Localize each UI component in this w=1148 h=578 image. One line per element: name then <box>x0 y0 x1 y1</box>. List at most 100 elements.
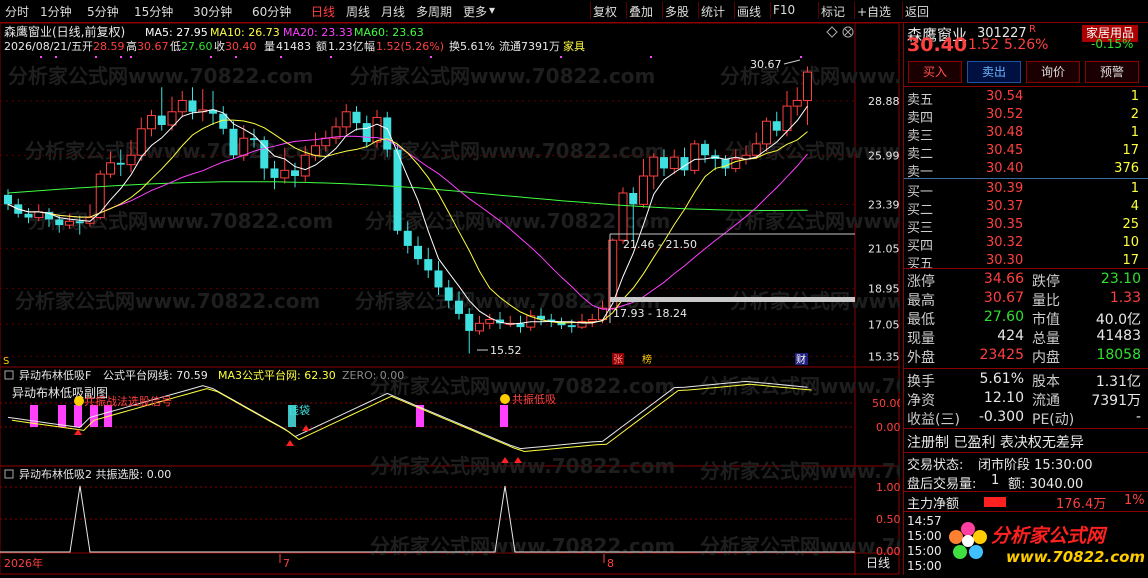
marker-dot <box>800 56 802 58</box>
candle-body-down <box>465 313 474 331</box>
kline-chart-area[interactable]: 分析家公式网www.70822.com 分析家公式网www.70822.com 分析… <box>0 22 1035 575</box>
registration-info: 注册制 已盈利 表决权无差异 <box>907 435 1084 451</box>
event-marker-s[interactable]: S <box>3 356 9 367</box>
period-tab-7[interactable]: 周线 <box>346 3 370 20</box>
toolbar-button-0[interactable]: 复权 <box>593 3 617 20</box>
divider-2 <box>904 268 1148 269</box>
watermark-1: 分析家公式网www.70822.com <box>350 64 655 88</box>
book-divider <box>904 178 1148 179</box>
sells-row[interactable]: 卖三 30.48 1 <box>904 125 1148 144</box>
toolbar-button-3[interactable]: 统计 <box>701 3 725 20</box>
time-axis-month-7: 7 <box>283 557 290 570</box>
buys-label: 买二 <box>907 203 934 218</box>
toolbar-separator <box>818 2 819 19</box>
price-tick-label: 18.95 <box>868 282 900 295</box>
stat-l2: 总量 <box>1032 331 1060 347</box>
toolbar-button-2[interactable]: 多股 <box>665 3 689 20</box>
after-trade-amount: 额: 3040.00 <box>1008 477 1084 492</box>
period-label[interactable]: 日线 <box>866 556 890 570</box>
price-tick-label: 21.05 <box>868 243 900 256</box>
candle-body-down <box>260 140 269 169</box>
marker-dot <box>280 56 282 58</box>
period-toolbar: 分时 1分钟 5分钟 15分钟 30分钟 60分钟 日线 周线 月线 多周期 更多 ▾ 复权 叠加 多股 统计… <box>0 0 1148 23</box>
toolbar-button-1[interactable]: 叠加 <box>629 3 653 20</box>
ind2-tick-05: 0.50 <box>876 513 900 526</box>
buys-row[interactable]: 买四 30.32 10 <box>904 235 1148 254</box>
time-axis-month-8: 8 <box>607 557 614 570</box>
candle-body-up <box>803 71 812 101</box>
candle-body-up <box>167 111 177 126</box>
settings-icon[interactable] <box>826 26 838 38</box>
info-info-chg-label: 幅 <box>364 40 375 53</box>
toolbar-separator <box>770 2 771 19</box>
event-marker-zhang[interactable]: 张 <box>613 354 623 366</box>
period-tab-1[interactable]: 1分钟 <box>40 3 72 20</box>
candle-body-down <box>393 149 402 231</box>
fundamental-l1: 收益(三) <box>907 412 960 428</box>
period-tab-8[interactable]: 月线 <box>381 3 405 20</box>
tick-time: 15:00 <box>907 559 942 573</box>
candle-body-down <box>567 325 576 328</box>
stat-l1: 外盘 <box>907 350 935 366</box>
candle-body-down <box>414 245 422 260</box>
buys-row[interactable]: 买一 30.39 1 <box>904 181 1148 200</box>
buys-price: 30.35 <box>986 217 1024 232</box>
sells-price: 30.52 <box>986 107 1024 122</box>
candle-body-down <box>55 219 64 226</box>
period-tab-9[interactable]: 多周期 <box>416 3 452 20</box>
toolbar-button-8[interactable]: 返回 <box>905 3 929 20</box>
toolbar-button-6[interactable]: 标记 <box>821 3 845 20</box>
fundamental-row: 收益(三) -0.300 PE(动) - <box>904 409 1148 428</box>
more-dropdown-icon[interactable]: ▾ <box>489 3 495 17</box>
candle-body-down <box>352 111 361 124</box>
candle-body-up <box>177 99 187 113</box>
fundamental-row: 净资 12.10 流通 7391万 <box>904 390 1148 409</box>
sells-row[interactable]: 卖四 30.52 2 <box>904 107 1148 126</box>
period-tab-4[interactable]: 30分钟 <box>193 3 232 20</box>
sells-row[interactable]: 卖二 30.45 17 <box>904 143 1148 162</box>
kline-chart-svg[interactable]: 分析家公式网www.70822.com 分析家公式网www.70822.com 分析… <box>0 22 1035 575</box>
info-info-chg: 1.52(5.26%) <box>376 40 444 53</box>
candle-body-down <box>75 221 84 224</box>
range-label-2: 17.93 - 18.24 <box>613 307 687 320</box>
stat-row: 最低 27.60 市值 40.0亿 <box>904 309 1148 328</box>
high-price-annotation: 30.67 <box>750 58 782 71</box>
candle-body-down <box>270 168 279 178</box>
buys-volume: 1 <box>1130 181 1139 196</box>
alert-button[interactable]: 预警 <box>1085 61 1139 83</box>
sells-row[interactable]: 卖五 30.54 1 <box>904 89 1148 108</box>
period-tab-3[interactable]: 15分钟 <box>134 3 173 20</box>
period-tab-2[interactable]: 5分钟 <box>87 3 119 20</box>
toolbar-button-4[interactable]: 画线 <box>737 3 761 20</box>
ma-label-0: MA5: 27.95 <box>145 26 208 39</box>
period-tab-0[interactable]: 分时 <box>5 3 29 20</box>
toolbar-button-5[interactable]: F10 <box>773 3 795 17</box>
buys-row[interactable]: 买二 30.37 4 <box>904 199 1148 218</box>
main-net-bar <box>984 497 1006 507</box>
event-marker-cai[interactable]: 财 <box>796 353 806 366</box>
inquiry-button[interactable]: 询价 <box>1026 61 1080 83</box>
watermark-15: 分析家公式网www.70822.com <box>700 459 900 483</box>
sells-row[interactable]: 卖一 30.40 376 <box>904 161 1148 180</box>
event-marker-bang[interactable]: 榜 <box>642 353 652 366</box>
close-icon[interactable] <box>842 26 854 38</box>
svg-text:异动布林低吸2 共振选股: 0.00: 异动布林低吸2 共振选股: 0.00 <box>19 467 171 481</box>
period-tab-5[interactable]: 60分钟 <box>252 3 291 20</box>
period-tab-10[interactable]: 更多 <box>463 3 487 20</box>
range-label-1: 21.46 - 21.50 <box>623 238 697 251</box>
signal-dot-2 <box>500 394 510 404</box>
buy-button[interactable]: 买入 <box>908 61 962 83</box>
sell-button[interactable]: 卖出 <box>967 61 1021 83</box>
svg-text:异动布林低吸F: 异动布林低吸F <box>19 368 91 382</box>
after-trade-label: 盘后交易量: <box>907 477 977 492</box>
candle-body-down <box>455 300 463 314</box>
buys-row[interactable]: 买三 30.35 25 <box>904 217 1148 236</box>
period-tab-6[interactable]: 日线 <box>311 3 335 20</box>
toolbar-button-7[interactable]: +自选 <box>857 3 891 20</box>
buys-label: 买四 <box>907 239 934 254</box>
sells-label: 卖四 <box>907 111 934 126</box>
info-info-float: 流通7391万 <box>499 39 560 53</box>
candle-body-up <box>126 154 136 166</box>
indicator1-bar <box>500 405 508 427</box>
ma-label-3: MA60: 23.63 <box>354 26 424 39</box>
